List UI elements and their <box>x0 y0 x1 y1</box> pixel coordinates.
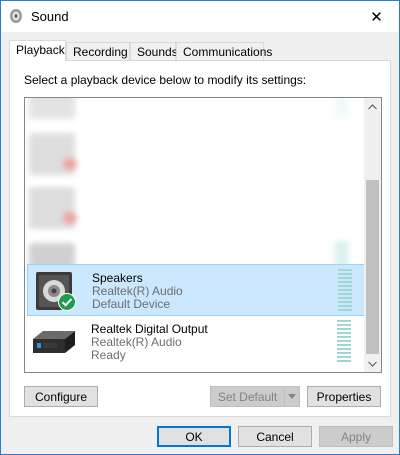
device-status: Ready <box>91 348 126 362</box>
close-button[interactable]: ✕ <box>354 1 399 32</box>
title-bar[interactable]: Sound ✕ <box>1 1 399 32</box>
status-icon <box>63 158 77 170</box>
ok-button[interactable]: OK <box>157 426 231 447</box>
device-list-scrollbar[interactable] <box>364 98 381 372</box>
device-driver: Realtek(R) Audio <box>92 284 183 298</box>
device-driver: Realtek(R) Audio <box>91 335 182 349</box>
instructions-text: Select a playback device below to modify… <box>24 73 307 87</box>
tab-communications[interactable]: Communications <box>176 42 272 60</box>
apply-button[interactable]: Apply <box>319 426 393 447</box>
device-name: Speakers <box>92 271 143 285</box>
blurred-device-row[interactable] <box>25 182 364 234</box>
tab-recording[interactable]: Recording <box>66 42 130 60</box>
device-row-speakers[interactable]: Speakers Realtek(R) Audio Default Device <box>27 264 365 316</box>
chevron-down-icon <box>288 394 296 399</box>
blurred-device-row[interactable] <box>25 128 364 180</box>
set-default-button[interactable]: Set Default <box>210 386 284 407</box>
playback-panel: Select a playback device below to modify… <box>9 60 391 417</box>
scroll-up-button[interactable] <box>364 98 381 115</box>
level-meter <box>335 98 349 120</box>
scroll-thumb[interactable] <box>366 180 379 354</box>
device-status: Default Device <box>92 297 171 311</box>
window-title: Sound <box>31 9 69 24</box>
digital-output-icon <box>33 331 75 353</box>
cancel-button[interactable]: Cancel <box>238 426 312 447</box>
close-icon: ✕ <box>370 8 383 26</box>
device-name: Realtek Digital Output <box>91 322 208 336</box>
speaker-title-icon <box>10 9 22 23</box>
status-icon <box>63 212 77 224</box>
tab-sounds[interactable]: Sounds <box>130 42 178 60</box>
device-list[interactable]: Speakers Realtek(R) Audio Default Device… <box>24 97 382 373</box>
device-row-digital-output[interactable]: Realtek Digital Output Realtek(R) Audio … <box>27 316 366 368</box>
level-meter <box>337 320 351 364</box>
sound-dialog: Sound ✕ Playback Recording Sounds Commun… <box>0 0 400 455</box>
properties-button[interactable]: Properties <box>307 386 381 407</box>
chevron-down-icon <box>368 361 377 367</box>
configure-button[interactable]: Configure <box>24 386 98 407</box>
tab-playback[interactable]: Playback <box>9 40 66 61</box>
chevron-up-icon <box>368 103 377 109</box>
scroll-down-button[interactable] <box>364 355 381 372</box>
device-icon <box>29 98 75 119</box>
default-device-check-icon <box>58 293 76 311</box>
set-default-dropdown[interactable] <box>284 386 300 407</box>
level-meter <box>338 269 352 313</box>
blurred-device-row[interactable] <box>25 98 364 124</box>
